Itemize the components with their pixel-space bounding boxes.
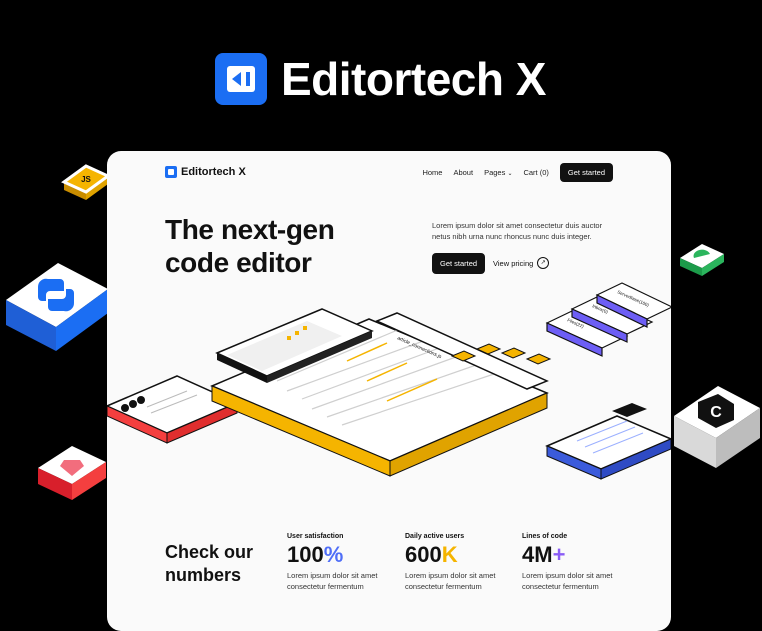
- hero-get-started-button[interactable]: Get started: [432, 253, 486, 274]
- stat-number: 4M: [522, 542, 553, 567]
- stat-user-satisfaction: User satisfaction 100% Lorem ipsum dolor…: [287, 533, 397, 592]
- hero-title: The next-gen code editor: [165, 213, 385, 279]
- stats-title-line1: Check our: [165, 542, 254, 562]
- stat-accent: +: [552, 542, 566, 567]
- nav-link-pages-label: Pages: [484, 167, 506, 177]
- stat-number: 600: [405, 542, 442, 567]
- stat-value: 4M+: [522, 542, 632, 568]
- view-pricing-label: View pricing: [493, 258, 534, 268]
- hero-title-line1: The next-gen: [165, 214, 335, 245]
- editortech-logo-icon: [215, 53, 267, 105]
- hero-title-line2: code editor: [165, 247, 312, 278]
- android-badge-icon: [680, 244, 724, 276]
- nav-link-cart[interactable]: Cart (0): [523, 168, 548, 177]
- stat-value: 600K: [405, 542, 515, 568]
- nav-link-about[interactable]: About: [453, 168, 473, 177]
- nav-brand[interactable]: Editortech X: [181, 166, 246, 178]
- stat-number: 100: [287, 542, 324, 567]
- stats-title-line2: numbers: [165, 565, 242, 585]
- landing-page-preview: Editortech X Home About Pages ⌄ Cart (0)…: [107, 151, 671, 631]
- stat-accent: %: [323, 542, 344, 567]
- nav-get-started-button[interactable]: Get started: [559, 162, 613, 182]
- editor-illustration: article_connections.js Files(22) Inbox(0…: [107, 282, 671, 480]
- js-badge-label: JS: [81, 175, 91, 184]
- ruby-badge-icon: [38, 446, 106, 500]
- nav-links: Home About Pages ⌄ Cart (0) Get started: [422, 162, 613, 182]
- stat-description: Lorem ipsum dolor sit amet consectetur f…: [522, 571, 613, 591]
- stats-title: Check our numbers: [165, 541, 275, 587]
- stat-description: Lorem ipsum dolor sit amet consectetur f…: [405, 571, 496, 591]
- nav-link-home[interactable]: Home: [422, 168, 442, 177]
- top-brand: Editortech X: [215, 52, 546, 106]
- svg-text:C: C: [710, 404, 722, 421]
- c-language-badge-icon: C: [674, 386, 760, 468]
- stat-label: Daily active users: [405, 533, 465, 540]
- chevron-down-icon: ⌄: [507, 170, 513, 177]
- stat-accent: K: [441, 542, 458, 567]
- navbar: Editortech X Home About Pages ⌄ Cart (0)…: [165, 161, 613, 183]
- nav-link-pages[interactable]: Pages ⌄: [484, 168, 512, 177]
- stat-lines-of-code: Lines of code 4M+ Lorem ipsum dolor sit …: [522, 533, 632, 592]
- javascript-badge-icon: JS: [61, 164, 111, 200]
- stat-daily-active-users: Daily active users 600K Lorem ipsum dolo…: [405, 533, 515, 592]
- view-pricing-link[interactable]: View pricing ↗: [493, 257, 550, 269]
- stat-description: Lorem ipsum dolor sit amet consectetur f…: [287, 571, 378, 591]
- python-badge-icon: [6, 263, 108, 351]
- stat-label: Lines of code: [522, 533, 568, 540]
- stat-value: 100%: [287, 542, 397, 568]
- nav-logo-icon[interactable]: [165, 166, 177, 178]
- hero-description: Lorem ipsum dolor sit amet consectetur d…: [432, 221, 603, 241]
- brand-title: Editortech X: [281, 53, 546, 105]
- stat-label: User satisfaction: [287, 533, 344, 540]
- arrow-up-right-icon: ↗: [537, 257, 550, 269]
